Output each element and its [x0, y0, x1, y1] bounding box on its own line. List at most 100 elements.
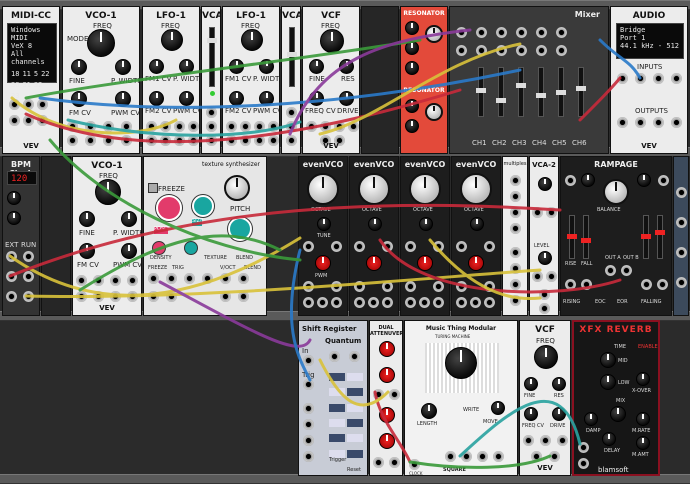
cv-jack[interactable] — [206, 107, 217, 118]
fm1-jack[interactable] — [226, 121, 237, 132]
drive-knob[interactable] — [552, 407, 566, 421]
even-jack[interactable] — [405, 297, 416, 308]
ext-jack[interactable] — [6, 251, 17, 262]
sine-jack[interactable] — [331, 281, 342, 292]
note-toggle[interactable] — [347, 449, 363, 458]
mode-jack[interactable] — [445, 451, 456, 462]
sin-out-jack[interactable] — [76, 291, 87, 302]
cc-out-jack[interactable] — [23, 99, 34, 110]
pwm-cv-knob[interactable] — [179, 91, 194, 106]
note-toggle[interactable] — [329, 373, 345, 381]
in-jack[interactable] — [539, 289, 550, 300]
in-l-jack[interactable] — [148, 291, 159, 302]
sqr-jack[interactable] — [382, 297, 393, 308]
output-jack[interactable] — [635, 117, 646, 128]
voct-jack[interactable] — [220, 273, 231, 284]
out-jack[interactable] — [206, 135, 217, 146]
audio-device-display[interactable]: Bridge Port 1 44.1 kHz - 512 — [616, 23, 684, 59]
rise-b-slider[interactable] — [641, 215, 651, 259]
in-jack[interactable] — [456, 27, 467, 38]
pwm-knob[interactable] — [315, 255, 331, 271]
note-toggle[interactable] — [347, 418, 363, 427]
offset-knob[interactable] — [379, 367, 395, 383]
sine-jack[interactable] — [484, 281, 495, 292]
rise-a-slider[interactable] — [567, 215, 577, 259]
even-jack[interactable] — [354, 297, 365, 308]
tri-jack[interactable] — [354, 281, 365, 292]
sqr-jack[interactable] — [433, 297, 444, 308]
out-jack[interactable] — [240, 135, 251, 146]
in-r-jack[interactable] — [166, 291, 177, 302]
out-jack[interactable] — [461, 451, 472, 462]
mult-jack[interactable] — [510, 175, 521, 186]
freq-cv-knob[interactable] — [309, 91, 324, 106]
sync-jack[interactable] — [103, 121, 114, 132]
tune-knob[interactable] — [317, 217, 331, 231]
out-l-jack[interactable] — [220, 291, 231, 302]
mult-jack[interactable] — [510, 295, 521, 306]
tune-knob[interactable] — [419, 217, 433, 231]
saw-out-jack[interactable] — [110, 291, 121, 302]
cc-out-jack[interactable] — [23, 115, 34, 126]
tri-jack[interactable] — [405, 281, 416, 292]
quantum-out-jack[interactable] — [349, 351, 360, 362]
res-knob[interactable] — [339, 59, 354, 74]
input-jack[interactable] — [653, 73, 664, 84]
cv-jack[interactable] — [286, 107, 297, 118]
in-jack[interactable] — [303, 355, 314, 366]
channel-fader[interactable] — [476, 67, 486, 117]
trig-jack[interactable] — [303, 379, 314, 390]
pwm-cv-knob[interactable] — [115, 91, 131, 107]
out-jack[interactable] — [160, 135, 171, 146]
pwidth-knob[interactable] — [179, 59, 194, 74]
pwm-knob[interactable] — [366, 255, 382, 271]
out-jack[interactable] — [268, 135, 279, 146]
drive-knob[interactable] — [339, 91, 354, 106]
out-jack[interactable] — [226, 135, 237, 146]
saw-jack[interactable] — [419, 297, 430, 308]
fm1-cv-knob[interactable] — [149, 59, 164, 74]
saw-jack[interactable] — [368, 297, 379, 308]
balance-knob[interactable] — [603, 179, 629, 205]
note-toggle[interactable] — [347, 434, 363, 443]
exp-jack[interactable] — [532, 271, 543, 282]
out-jack[interactable] — [23, 291, 34, 302]
out-jack[interactable] — [303, 451, 314, 462]
fm-cv-knob[interactable] — [71, 91, 87, 107]
out-jack[interactable] — [286, 135, 297, 146]
in-b-jack[interactable] — [658, 175, 669, 186]
note-toggle[interactable] — [347, 388, 363, 397]
note-toggle[interactable] — [329, 434, 345, 443]
in-jack[interactable] — [286, 121, 297, 132]
length-knob[interactable] — [421, 403, 437, 419]
lin-jack[interactable] — [546, 271, 557, 282]
lin-jack[interactable] — [546, 207, 557, 218]
out-jack[interactable] — [303, 419, 314, 430]
sqr-jack[interactable] — [331, 297, 342, 308]
hsync-jack[interactable] — [382, 241, 393, 252]
note-toggle[interactable] — [347, 373, 363, 381]
out-jack[interactable] — [303, 403, 314, 414]
level-slider[interactable] — [287, 27, 297, 87]
attenuverter-knob[interactable] — [379, 341, 395, 357]
pwm-jack[interactable] — [127, 275, 138, 286]
freq-knob[interactable] — [320, 29, 344, 53]
offset-knob[interactable] — [379, 433, 395, 449]
sine-jack[interactable] — [433, 281, 444, 292]
channel-fader[interactable] — [496, 67, 506, 117]
fine-knob[interactable] — [79, 211, 95, 227]
voct-jack[interactable] — [456, 241, 467, 252]
note-toggle[interactable] — [347, 403, 363, 412]
low-knob[interactable] — [600, 374, 616, 390]
in-jack[interactable] — [476, 45, 487, 56]
voct-jack[interactable] — [405, 241, 416, 252]
midi-cc-display[interactable]: Windows MIDI VeX 8 All channels 18 11 5 … — [7, 23, 57, 100]
pwm-jack[interactable] — [121, 121, 132, 132]
pwm-cv-knob[interactable] — [259, 91, 274, 106]
attenuverter-knob[interactable] — [379, 407, 395, 423]
pwm-jack[interactable] — [188, 121, 199, 132]
channel-fader[interactable] — [536, 67, 546, 117]
res-knob[interactable] — [405, 119, 419, 133]
exp-jack[interactable] — [532, 207, 543, 218]
input-jack[interactable] — [635, 73, 646, 84]
